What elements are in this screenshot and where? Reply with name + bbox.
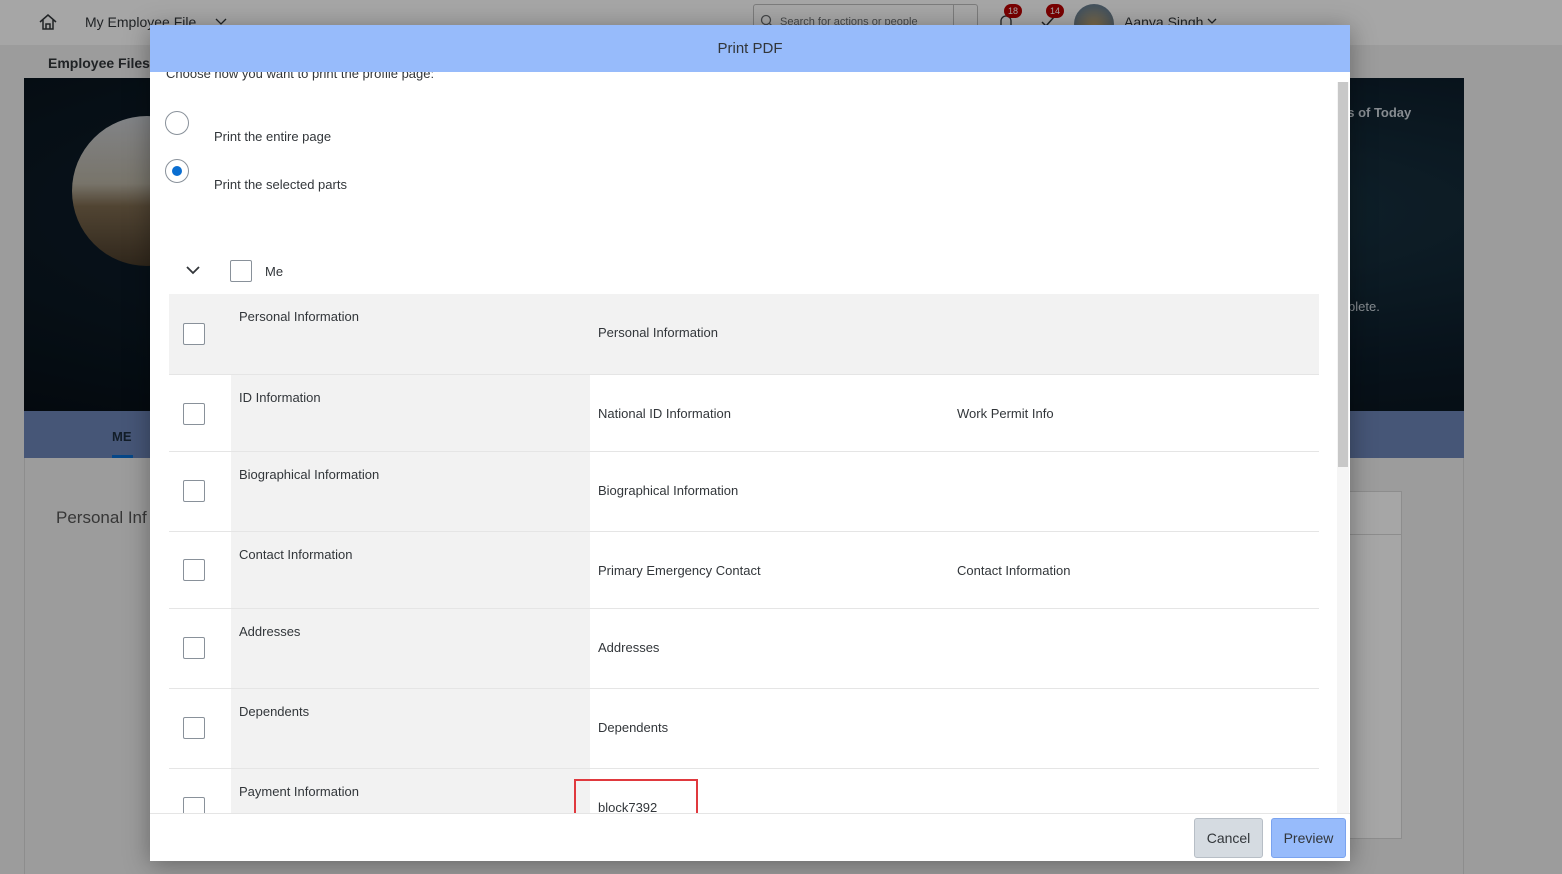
radio-entire-page-label[interactable]: Print the entire page — [214, 129, 331, 144]
sub-item: Work Permit Info — [957, 406, 1054, 421]
row-label: Dependents — [239, 704, 310, 719]
dialog-footer: Cancel Preview — [150, 813, 1350, 861]
checkbox-biographical-information[interactable] — [183, 480, 205, 502]
sub-item: Contact Information — [957, 563, 1071, 578]
scrollbar-thumb[interactable] — [1338, 82, 1348, 467]
sub-item: Personal Information — [598, 325, 718, 340]
sub-item: Addresses — [598, 640, 660, 655]
checkbox-contact-information[interactable] — [183, 559, 205, 581]
checkbox-dependents[interactable] — [183, 717, 205, 739]
row-label-cell: Addresses — [231, 609, 590, 688]
row-label-cell: ID Information — [231, 375, 590, 451]
checkbox-id-information[interactable] — [183, 403, 205, 425]
instruction-text: Choose how you want to print the profile… — [166, 72, 435, 81]
row-label-cell: Dependents — [231, 689, 590, 768]
row-label: Contact Information — [239, 547, 353, 562]
checkbox-payment-information[interactable] — [183, 797, 205, 813]
sub-item: Biographical Information — [598, 483, 739, 498]
radio-entire-page[interactable] — [165, 111, 189, 135]
row-label: ID Information — [239, 390, 321, 405]
row-label-cell: Contact Information — [231, 532, 590, 608]
checkbox-personal-information[interactable] — [183, 323, 205, 345]
row-label: Personal Information — [239, 309, 359, 324]
dialog-title: Print PDF — [150, 25, 1350, 72]
preview-button[interactable]: Preview — [1271, 818, 1346, 858]
table-row: Personal Information Personal Informatio… — [169, 294, 1319, 375]
dialog-body: Choose how you want to print the profile… — [150, 72, 1350, 813]
sub-item: Dependents — [598, 720, 669, 735]
radio-selected-parts[interactable] — [165, 159, 189, 183]
table-row: Contact Information Primary Emergency Co… — [169, 532, 1319, 609]
table-row: Addresses Addresses — [169, 609, 1319, 689]
table-row: Dependents Dependents — [169, 689, 1319, 769]
cancel-button[interactable]: Cancel — [1194, 818, 1263, 858]
print-pdf-dialog: Print PDF Choose how you want to print t… — [150, 25, 1350, 861]
row-label-cell: Payment Information — [231, 769, 590, 813]
row-label: Addresses — [239, 624, 301, 639]
row-label: Biographical Information — [239, 467, 380, 482]
row-label-cell: Biographical Information — [231, 452, 590, 531]
chevron-down-icon[interactable] — [185, 264, 201, 276]
table-row: ID Information National ID Information W… — [169, 375, 1319, 452]
checkbox-me[interactable] — [230, 260, 252, 282]
tree-root-label: Me — [265, 264, 284, 279]
radio-selected-parts-label[interactable]: Print the selected parts — [214, 177, 347, 192]
checkbox-addresses[interactable] — [183, 637, 205, 659]
table-row: Biographical Information Biographical In… — [169, 452, 1319, 532]
table-row: Payment Information block7392 — [169, 769, 1319, 813]
sub-item: Primary Emergency Contact — [598, 563, 761, 578]
highlight-box — [574, 779, 698, 813]
row-label-cell: Personal Information — [231, 294, 590, 374]
row-label: Payment Information — [239, 784, 359, 799]
sub-item: National ID Information — [598, 406, 731, 421]
